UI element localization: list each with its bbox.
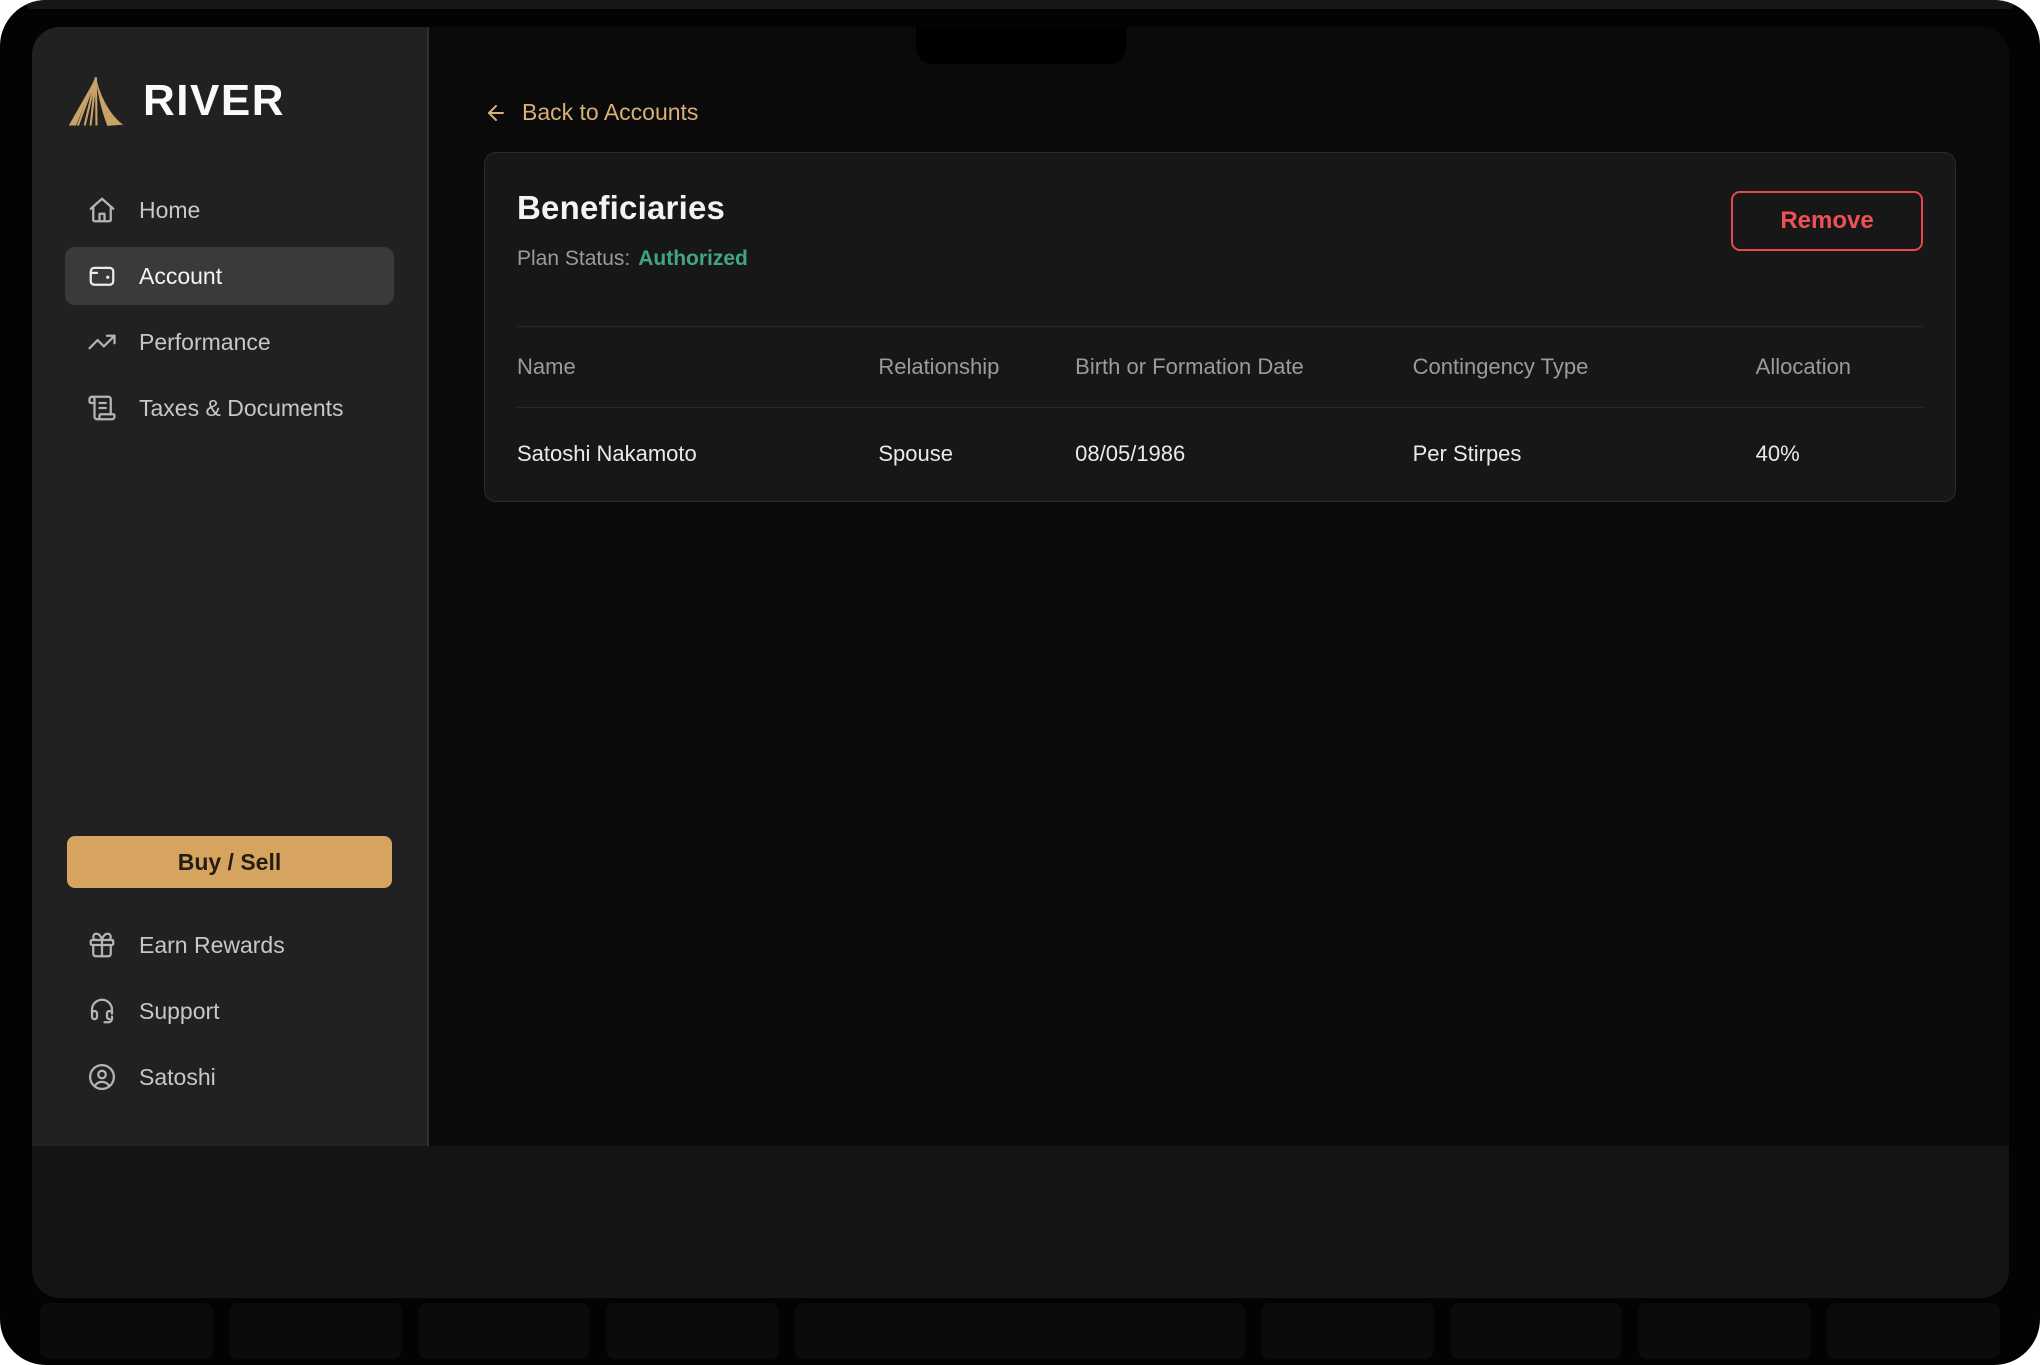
brand-name: RIVER [143,79,285,123]
screen: RIVER Home Account [32,27,2009,1298]
sidebar: RIVER Home Account [32,27,429,1146]
back-to-accounts-link[interactable]: Back to Accounts [484,99,698,126]
column-header-contingency-type: Contingency Type [1413,354,1756,380]
device-frame: RIVER Home Account [0,0,2040,1365]
plan-status: Plan Status: Authorized [517,247,748,271]
beneficiaries-table: Name Relationship Birth or Formation Dat… [517,326,1923,501]
column-header-relationship: Relationship [878,354,1075,380]
sidebar-item-account[interactable]: Account [65,247,394,305]
table-row: Satoshi Nakamoto Spouse 08/05/1986 Per S… [517,408,1923,501]
main-content: Back to Accounts Beneficiaries Plan Stat… [429,27,2009,1146]
sidebar-item-home[interactable]: Home [65,181,394,239]
key [418,1303,591,1359]
sidebar-item-label: Support [139,998,220,1025]
sidebar-nav: Home Account Performance [65,181,394,437]
gift-icon [87,930,117,960]
sidebar-item-label: Taxes & Documents [139,395,344,422]
cell-relationship: Spouse [878,441,1075,467]
beneficiaries-card: Beneficiaries Plan Status: Authorized Rem… [484,152,1956,502]
sidebar-item-label: Earn Rewards [139,932,285,959]
app-window: RIVER Home Account [32,27,2009,1146]
trend-up-icon [87,327,117,357]
sidebar-footer-nav: Earn Rewards Support [65,916,394,1146]
sidebar-item-label: Satoshi [139,1064,216,1091]
sidebar-item-label: Home [139,197,200,224]
sidebar-item-label: Account [139,263,222,290]
key [1261,1303,1434,1359]
card-header: Beneficiaries Plan Status: Authorized Rem… [517,153,1923,271]
table-header-row: Name Relationship Birth or Formation Dat… [517,326,1923,408]
user-circle-icon [87,1062,117,1092]
cell-allocation: 40% [1756,441,1923,467]
cell-birth-date: 08/05/1986 [1075,441,1412,467]
scroll-icon [87,393,117,423]
home-icon [87,195,117,225]
back-link-label: Back to Accounts [522,99,698,126]
river-logo-icon [67,73,125,129]
buy-sell-button[interactable]: Buy / Sell [67,836,392,888]
sidebar-item-performance[interactable]: Performance [65,313,394,371]
key [606,1303,779,1359]
cell-contingency-type: Per Stirpes [1413,441,1756,467]
column-header-name: Name [517,354,878,380]
sidebar-item-profile[interactable]: Satoshi [65,1048,394,1106]
brand-logo: RIVER [67,73,394,129]
plan-status-value: Authorized [638,247,748,270]
arrow-left-icon [484,101,508,125]
sidebar-item-earn-rewards[interactable]: Earn Rewards [65,916,394,974]
cell-name: Satoshi Nakamoto [517,441,878,467]
headset-icon [87,996,117,1026]
keyboard-hint [40,1303,2000,1359]
sidebar-spacer [65,437,394,836]
device-lid-edge [26,0,2014,9]
key [1638,1303,1811,1359]
sidebar-item-label: Performance [139,329,271,356]
column-header-birth-date: Birth or Formation Date [1075,354,1412,380]
remove-button[interactable]: Remove [1731,191,1923,251]
sidebar-item-taxes-documents[interactable]: Taxes & Documents [65,379,394,437]
key [229,1303,402,1359]
camera-notch [916,27,1126,64]
key [40,1303,213,1359]
column-header-allocation: Allocation [1756,354,1923,380]
sidebar-item-support[interactable]: Support [65,982,394,1040]
key-spacebar [795,1303,1244,1359]
page-title: Beneficiaries [517,189,748,227]
key [1827,1303,2000,1359]
wallet-icon [87,261,117,291]
key [1450,1303,1623,1359]
card-header-text: Beneficiaries Plan Status: Authorized [517,189,748,271]
plan-status-label: Plan Status: [517,247,630,270]
